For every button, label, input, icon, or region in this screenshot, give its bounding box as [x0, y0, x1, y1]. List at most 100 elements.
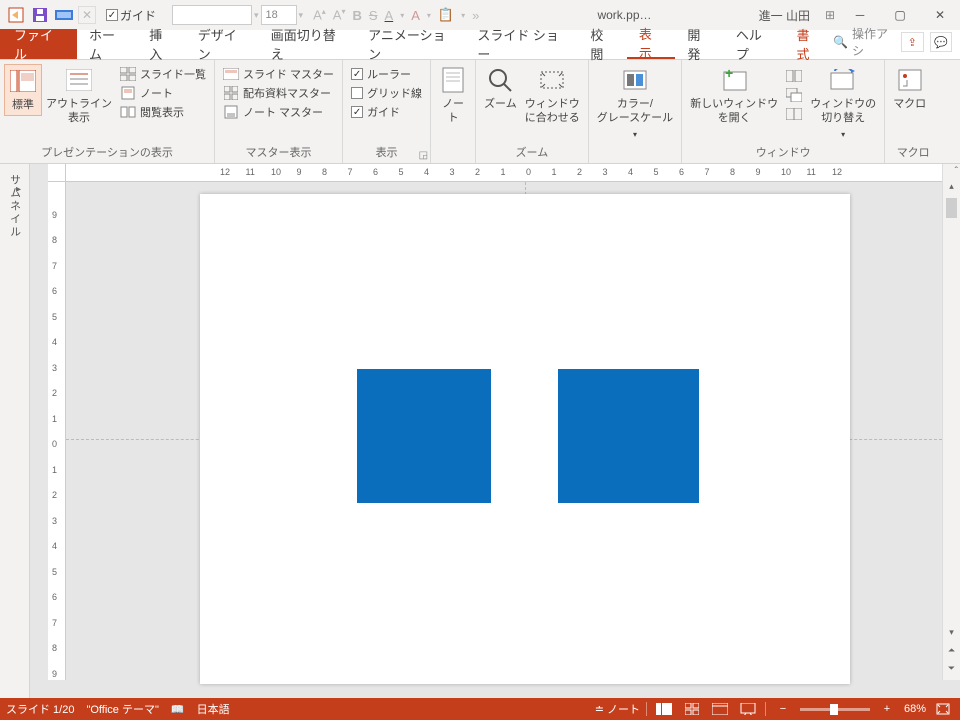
strikethrough-icon[interactable]: S [369, 8, 378, 23]
autosave-icon[interactable] [6, 5, 26, 25]
tab-slideshow[interactable]: スライド ショー [465, 29, 578, 59]
tab-animations[interactable]: アニメーション [356, 29, 465, 59]
color-icon [621, 66, 649, 94]
dialog-launcher-icon[interactable]: ◲ [419, 150, 428, 161]
slide-canvas[interactable]: 1211109876543210123456789101112 98765432… [30, 164, 960, 698]
switch-windows-button[interactable]: ウィンドウの 切り替え ▾ [806, 64, 880, 142]
zoom-slider[interactable] [800, 708, 870, 711]
handout-master-icon [223, 85, 239, 101]
reading-view-statusbar-icon[interactable] [709, 700, 731, 718]
dropdown-icon[interactable]: ▾ [254, 10, 259, 21]
bold-icon[interactable]: B [352, 8, 361, 23]
macros-button[interactable]: マクロ [889, 64, 930, 114]
account-icon[interactable]: ⊞ [820, 5, 840, 25]
cascade-button[interactable] [786, 87, 802, 103]
scroll-thumb[interactable] [946, 198, 957, 218]
ruler-tick: 5 [399, 167, 404, 177]
zoom-button[interactable]: ズーム [480, 64, 521, 114]
clipboard-icon[interactable]: 📋 [438, 7, 454, 23]
notes-master-button[interactable]: ノート マスター [223, 104, 334, 120]
tab-home[interactable]: ホーム [77, 29, 137, 59]
qat-guides-checkbox[interactable]: ✓ ガイド [106, 7, 156, 24]
touch-mode-icon[interactable] [54, 5, 74, 25]
font-name-combo[interactable] [172, 5, 252, 25]
slide[interactable] [200, 194, 850, 684]
tab-design[interactable]: デザイン [186, 29, 259, 59]
arrange-icon [786, 68, 802, 84]
fit-window-button[interactable]: ウィンドウ に合わせる [521, 64, 584, 128]
scroll-down-icon[interactable]: ▾ [943, 624, 960, 640]
slide-sorter-button[interactable]: スライド一覧 [120, 66, 206, 82]
tab-view[interactable]: 表示 [627, 29, 675, 59]
tab-format[interactable]: 書式 [785, 29, 833, 59]
spellcheck-icon[interactable]: 📖 [171, 703, 185, 716]
next-slide-icon[interactable]: ⏷ [943, 660, 960, 676]
zoom-percent[interactable]: 68% [904, 703, 926, 715]
zoom-in-button[interactable]: + [876, 700, 898, 718]
rectangle-shape-2[interactable] [558, 369, 699, 503]
tab-developer[interactable]: 開発 [675, 29, 723, 59]
zoom-out-button[interactable]: − [772, 700, 794, 718]
reading-view-button[interactable]: 閲覧表示 [120, 104, 206, 120]
ruler-tick: 11 [807, 167, 816, 177]
guides-checkbox[interactable]: ✓ガイド [351, 104, 422, 120]
thumbnail-pane-collapsed[interactable]: サムネイル [0, 164, 30, 698]
new-window-button[interactable]: + 新しいウィンドウ を開く [686, 64, 782, 128]
normal-view-statusbar-icon[interactable] [653, 700, 675, 718]
dropdown-icon[interactable]: ▾ [299, 10, 304, 21]
sorter-view-statusbar-icon[interactable] [681, 700, 703, 718]
gridlines-label: グリッド線 [367, 85, 422, 101]
notes-button[interactable]: ノー ト [435, 64, 471, 128]
prev-slide-icon[interactable]: ⏶ [943, 642, 960, 658]
gridlines-checkbox[interactable]: グリッド線 [351, 85, 422, 101]
language-indicator[interactable]: 日本語 [197, 701, 230, 717]
user-name[interactable]: 進一 山田 [749, 7, 820, 24]
comments-button[interactable]: 💬 [930, 32, 953, 52]
font-size-combo[interactable]: 18 [261, 5, 297, 25]
handout-master-label: 配布資料マスター [243, 85, 331, 101]
decrease-font-icon[interactable]: A▾ [333, 7, 346, 22]
reading-icon [120, 104, 136, 120]
notes-page-button[interactable]: ノート [120, 85, 206, 101]
color-grayscale-button[interactable]: カラー/ グレースケール ▾ [593, 64, 677, 142]
tab-review[interactable]: 校閲 [578, 29, 626, 59]
horizontal-ruler[interactable]: 1211109876543210123456789101112 [66, 164, 942, 182]
more-icon[interactable]: » [472, 8, 480, 23]
tab-file[interactable]: ファイル [0, 29, 77, 59]
vertical-scrollbar[interactable]: ˆ ▴ ▾ ⏶ ⏷ [942, 164, 960, 680]
handout-master-button[interactable]: 配布資料マスター [223, 85, 334, 101]
normal-view-button[interactable]: 標準 [4, 64, 42, 116]
font-format-buttons: A▴ A▾ B S A▾ A▾ 📋▾ » [313, 7, 480, 23]
ruler-tick: 1 [52, 414, 57, 424]
ruler-tick: 2 [52, 388, 57, 398]
group-macros: マクロ マクロ [885, 60, 941, 163]
slide-counter[interactable]: スライド 1/20 [6, 701, 74, 717]
highlight-icon[interactable]: A [411, 8, 420, 23]
save-icon[interactable] [30, 5, 50, 25]
split-icon [786, 106, 802, 122]
outline-view-button[interactable]: アウトライン 表示 [42, 64, 116, 128]
collapse-ribbon-icon[interactable]: ˆ [955, 166, 958, 177]
increase-font-icon[interactable]: A▴ [313, 7, 326, 22]
group-window: + 新しいウィンドウ を開く ウィンドウの 切り替え ▾ ウィンドウ [682, 60, 885, 163]
slide-master-button[interactable]: スライド マスター [223, 66, 334, 82]
expand-thumbnails-icon[interactable]: ▸ [16, 184, 21, 195]
vertical-ruler[interactable]: 9876543210123456789 [48, 182, 66, 680]
group-label-mv: マスター表示 [219, 142, 338, 163]
fit-slide-button[interactable] [932, 700, 954, 718]
scroll-up-icon[interactable]: ▴ [943, 178, 960, 194]
tell-me-search[interactable]: 🔍 操作アシ [833, 25, 895, 59]
zoom-knob[interactable] [830, 704, 838, 715]
move-split-button[interactable] [786, 106, 802, 122]
font-controls: ▾ 18 ▾ A▴ A▾ B S A▾ A▾ 📋▾ » [172, 5, 480, 25]
arrange-all-button[interactable] [786, 68, 802, 84]
tab-insert[interactable]: 挿入 [137, 29, 185, 59]
font-color-icon[interactable]: A [385, 8, 394, 23]
rectangle-shape-1[interactable] [357, 369, 491, 503]
notes-toggle[interactable]: ≐ ノート [595, 701, 640, 717]
tab-help[interactable]: ヘルプ [724, 29, 785, 59]
ruler-checkbox[interactable]: ✓ルーラー [351, 66, 422, 82]
share-button[interactable]: ⇪ [901, 32, 924, 52]
slideshow-statusbar-icon[interactable] [737, 700, 759, 718]
tab-transitions[interactable]: 画面切り替え [259, 29, 356, 59]
